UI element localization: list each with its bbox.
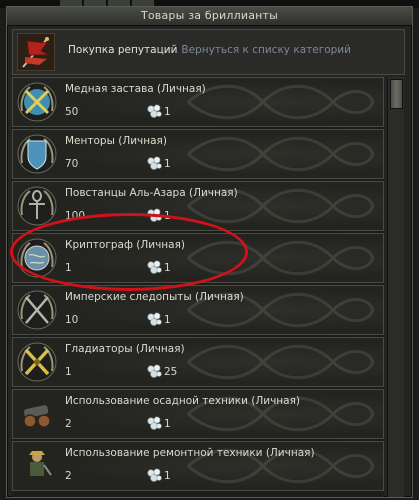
background-ornament — [187, 136, 375, 172]
reputation-item[interactable]: Медная застава (Личная) 50 1 — [12, 77, 384, 127]
diamond-gem-icon — [147, 104, 162, 118]
reputation-amount: 50 — [65, 106, 79, 118]
category-header-text: Покупка репутаций Вернуться к списку кате… — [68, 44, 351, 56]
engineer-icon — [16, 445, 58, 487]
reputation-amount: 2 — [65, 470, 72, 482]
crossed-blades-icon — [16, 289, 58, 331]
diamond-cost: 25 — [164, 366, 178, 378]
crossed-swords-shield-icon — [16, 81, 58, 123]
reputation-amount: 1 — [65, 366, 72, 378]
category-header: Покупка репутаций Вернуться к списку кате… — [12, 29, 405, 75]
reputation-name: Использование ремонтной техники (Личная) — [65, 447, 315, 459]
reputation-item[interactable]: Использование ремонтной техники (Личная)… — [12, 441, 384, 491]
back-to-categories-link[interactable]: Вернуться к списку категорий — [181, 44, 351, 56]
reputation-name: Медная застава (Личная) — [65, 83, 206, 95]
background-ornament — [187, 344, 375, 380]
diamond-cost: 1 — [164, 106, 171, 118]
reputation-name: Имперские следопыты (Личная) — [65, 291, 244, 303]
reputation-list: Медная застава (Личная) 50 1 Менторы (Ли… — [12, 77, 384, 497]
diamond-gem-icon — [147, 364, 162, 378]
banner-flag-icon — [16, 32, 56, 72]
reputation-name: Повстанцы Аль-Азара (Личная) — [65, 187, 238, 199]
list-scrollbar[interactable] — [387, 77, 404, 497]
diamond-cost: 1 — [164, 418, 171, 430]
category-label: Покупка репутаций — [68, 44, 178, 56]
reputation-item[interactable]: Использование осадной техники (Личная) 2… — [12, 389, 384, 439]
reputation-name: Использование осадной техники (Личная) — [65, 395, 300, 407]
cannon-icon — [16, 393, 58, 435]
red-highlight-circle — [10, 213, 248, 291]
diamond-gem-icon — [147, 468, 162, 482]
diamond-gem-icon — [147, 416, 162, 430]
reputation-amount: 2 — [65, 418, 72, 430]
reputation-item[interactable]: Имперские следопыты (Личная) 10 1 — [12, 285, 384, 335]
blue-shield-icon — [16, 133, 58, 175]
reputation-amount: 10 — [65, 314, 79, 326]
diamond-gem-icon — [147, 156, 162, 170]
diamond-cost: 1 — [164, 314, 171, 326]
reputation-name: Гладиаторы (Личная) — [65, 343, 185, 355]
diamond-cost: 1 — [164, 158, 171, 170]
reputation-item[interactable]: Менторы (Личная) 70 1 — [12, 129, 384, 179]
diamond-gem-icon — [147, 312, 162, 326]
diamond-cost: 1 — [164, 470, 171, 482]
background-ornament — [187, 84, 375, 120]
reputation-name: Менторы (Личная) — [65, 135, 167, 147]
golden-swords-icon — [16, 341, 58, 383]
reputation-item[interactable]: Гладиаторы (Личная) 1 25 — [12, 337, 384, 387]
reputation-amount: 70 — [65, 158, 79, 170]
window-titlebar[interactable]: Товары за бриллианты — [7, 7, 412, 26]
ankh-icon — [16, 185, 58, 227]
scrollbar-thumb[interactable] — [390, 79, 403, 109]
window-title: Товары за бриллианты — [140, 9, 279, 22]
